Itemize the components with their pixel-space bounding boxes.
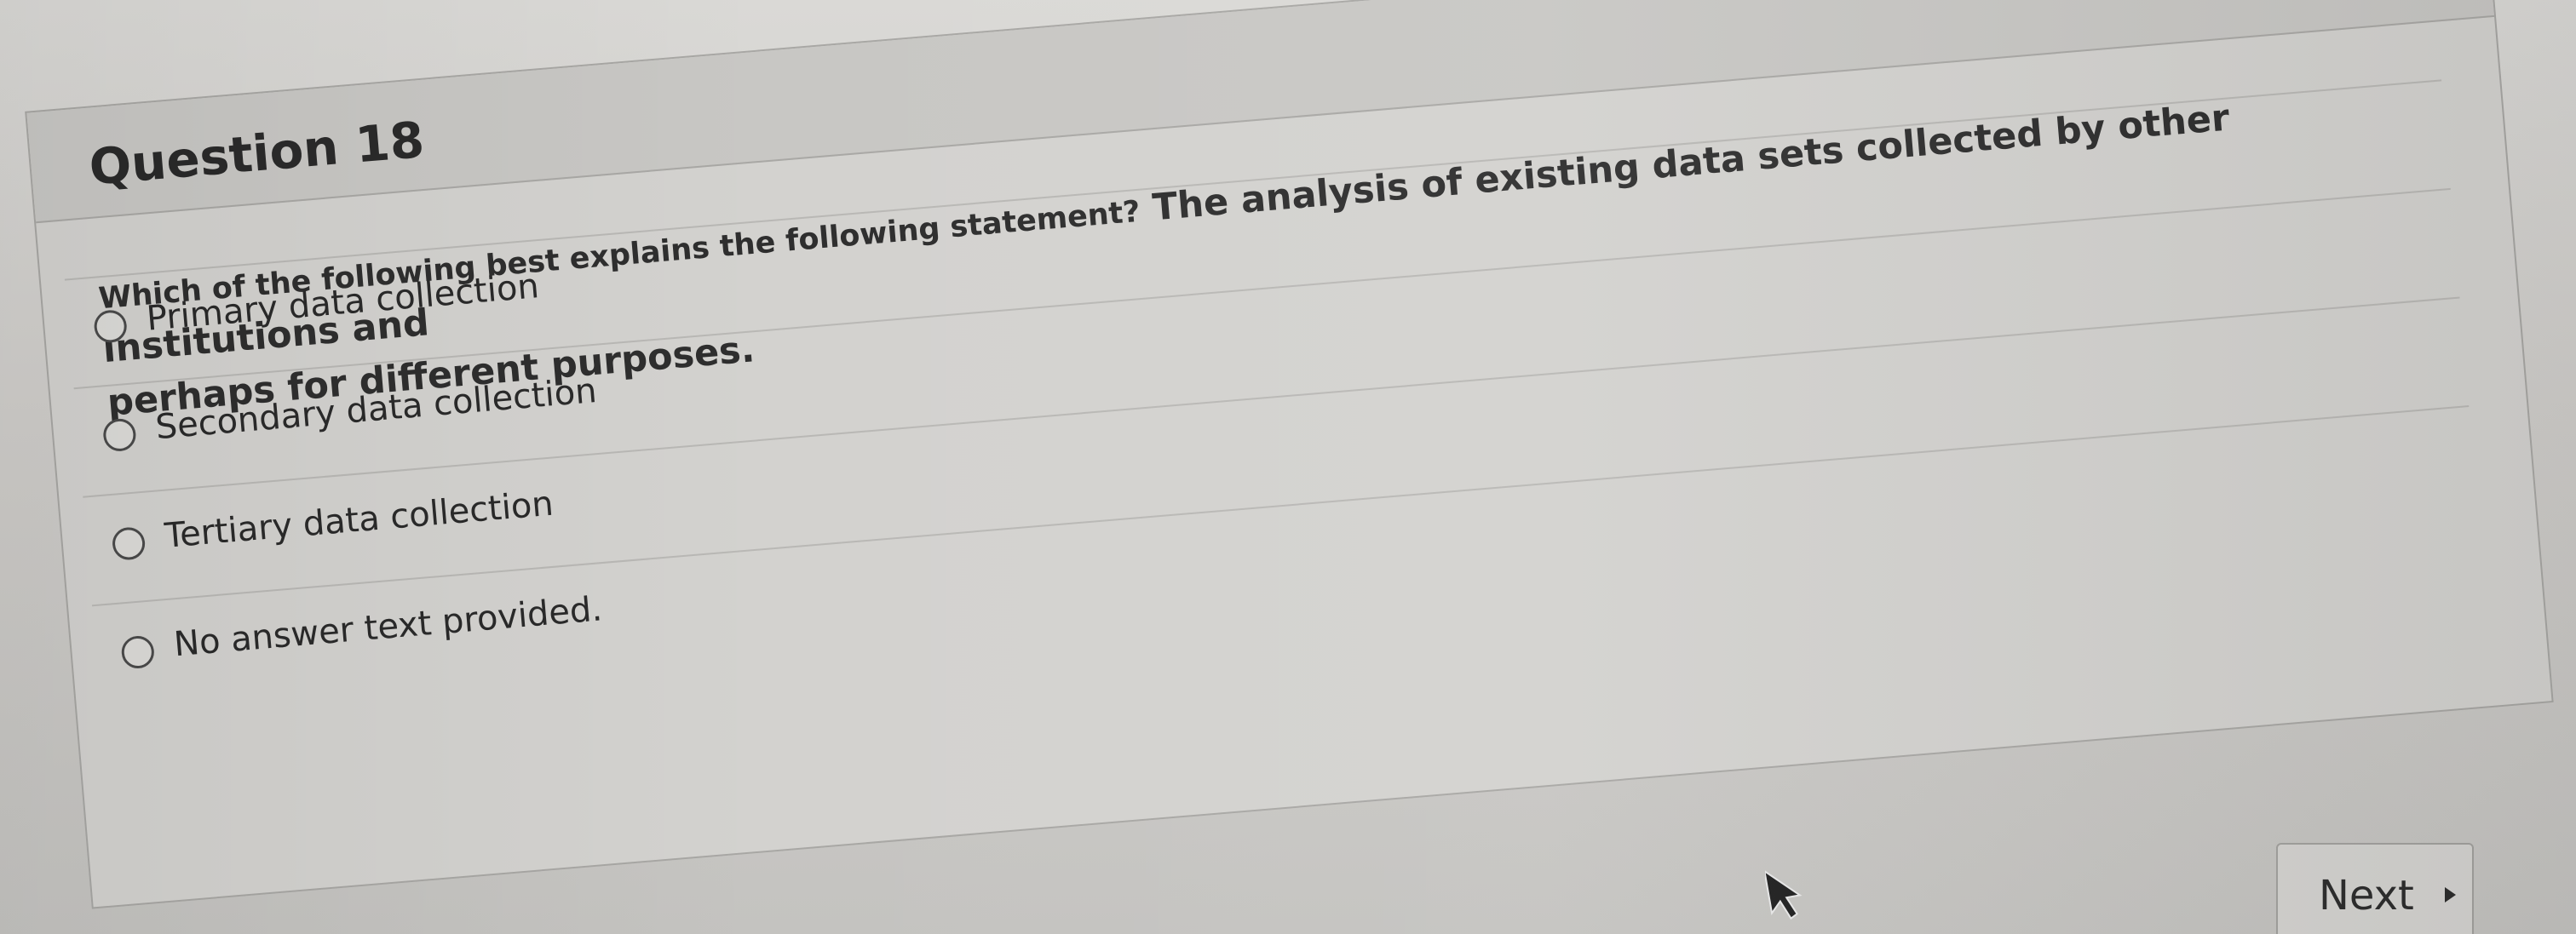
radio-button[interactable] (111, 525, 147, 561)
next-button[interactable]: Next (2276, 843, 2474, 934)
mouse-pointer-icon (1765, 869, 1803, 920)
triangle-right-icon (2445, 887, 2456, 902)
answer-label[interactable]: Secondary data collection (154, 371, 598, 447)
radio-button[interactable] (93, 308, 129, 344)
answer-label[interactable]: Primary data collection (145, 266, 540, 338)
radio-button[interactable] (101, 417, 137, 453)
photo-stage: Question 18 Which of the following best … (0, 0, 2576, 934)
answer-label[interactable]: Tertiary data collection (164, 484, 555, 556)
question-title: Question 18 (87, 110, 427, 197)
quiz-page: Question 18 Which of the following best … (0, 0, 2576, 934)
next-button-label[interactable]: Next (2319, 872, 2414, 920)
radio-button[interactable] (120, 634, 156, 670)
answer-label[interactable]: No answer text provided. (172, 589, 603, 664)
